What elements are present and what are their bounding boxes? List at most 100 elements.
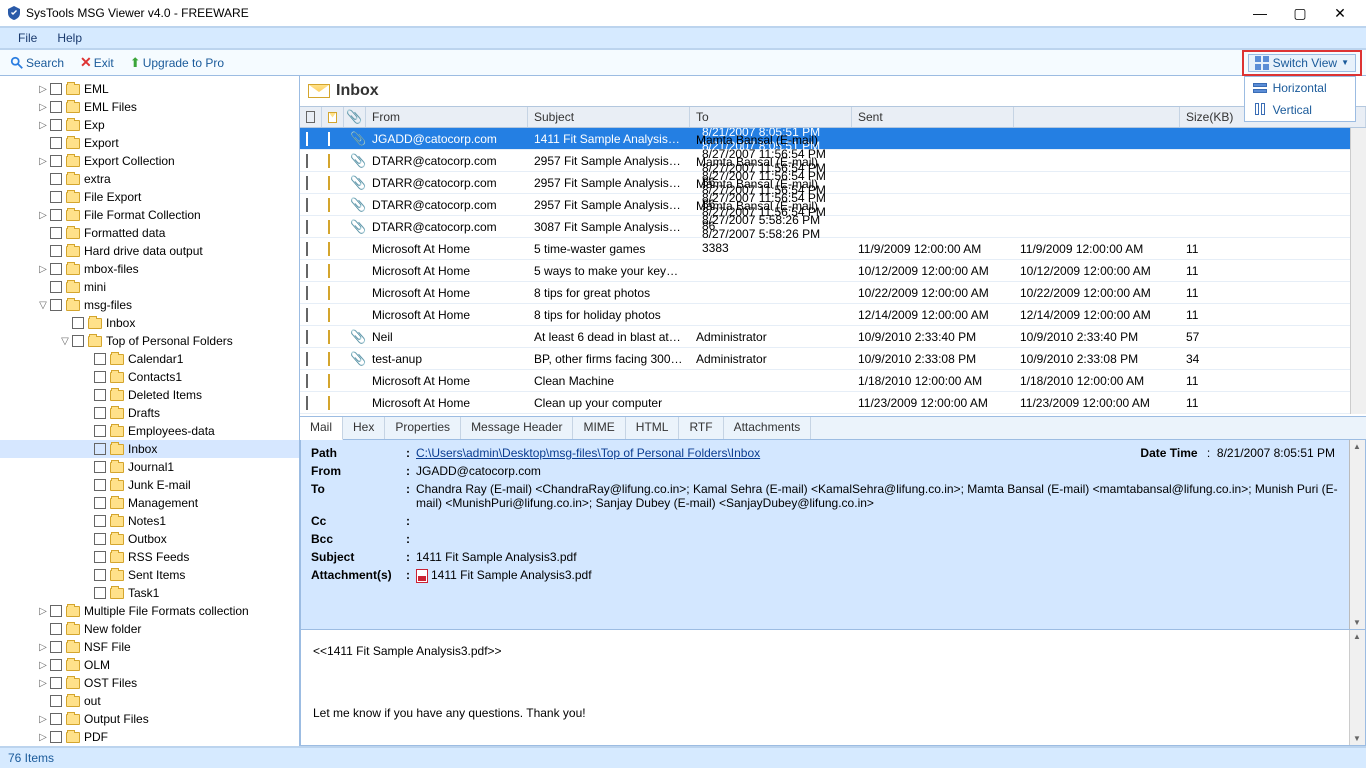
close-button[interactable]: ✕ [1320, 5, 1360, 22]
tree-item[interactable]: ▽Top of Personal Folders [0, 332, 299, 350]
path-value[interactable]: C:\Users\admin\Desktop\msg-files\Top of … [416, 446, 760, 460]
row-checkbox[interactable] [306, 264, 308, 278]
tree-item[interactable]: Inbox [0, 440, 299, 458]
tree-expander[interactable]: ▽ [58, 336, 72, 347]
row-checkbox[interactable] [306, 330, 308, 344]
col-sent[interactable]: Sent [852, 107, 1014, 127]
row-checkbox[interactable] [306, 308, 308, 322]
tree-expander[interactable]: ▷ [36, 120, 50, 131]
tree-expander[interactable]: ▷ [36, 210, 50, 221]
tree-checkbox[interactable] [50, 155, 62, 167]
upgrade-button[interactable]: ⬆ Upgrade to Pro [126, 53, 228, 73]
tree-checkbox[interactable] [94, 461, 106, 473]
tab-mail[interactable]: Mail [300, 417, 343, 440]
tree-item[interactable]: ▷File Format Collection [0, 206, 299, 224]
tree-expander[interactable]: ▷ [36, 714, 50, 725]
tree-item[interactable]: Hard drive data output [0, 242, 299, 260]
tree-checkbox[interactable] [94, 389, 106, 401]
tree-checkbox[interactable] [94, 497, 106, 509]
row-checkbox[interactable] [306, 286, 308, 300]
tree-checkbox[interactable] [94, 551, 106, 563]
tree-item[interactable]: ▷NSF File [0, 638, 299, 656]
message-row[interactable]: Microsoft At Home8 tips for holiday phot… [300, 304, 1350, 326]
menu-file[interactable]: File [8, 29, 47, 47]
tree-checkbox[interactable] [50, 173, 62, 185]
message-row[interactable]: 📎test-anupBP, other firms facing 300 la.… [300, 348, 1350, 370]
switch-view-button[interactable]: Switch View ▼ [1248, 54, 1356, 72]
message-row[interactable]: Microsoft At HomeClean Machine1/18/2010 … [300, 370, 1350, 392]
tree-checkbox[interactable] [72, 335, 84, 347]
tree-expander[interactable]: ▷ [36, 732, 50, 743]
exit-button[interactable]: ✕ Exit [76, 52, 118, 73]
tree-expander[interactable]: ▽ [36, 300, 50, 311]
tree-checkbox[interactable] [94, 425, 106, 437]
tab-message-header[interactable]: Message Header [461, 417, 573, 439]
tree-checkbox[interactable] [50, 137, 62, 149]
tree-expander[interactable]: ▷ [36, 642, 50, 653]
tab-attachments[interactable]: Attachments [724, 417, 812, 439]
switch-vertical[interactable]: Vertical [1245, 99, 1355, 121]
tree-checkbox[interactable] [50, 605, 62, 617]
tree-item[interactable]: ▷Export Collection [0, 152, 299, 170]
message-row[interactable]: 📎DTARR@catocorp.com3087 Fit Sample Analy… [300, 216, 1350, 238]
tree-checkbox[interactable] [50, 101, 62, 113]
tree-item[interactable]: Employees-data [0, 422, 299, 440]
tree-checkbox[interactable] [94, 371, 106, 383]
tree-checkbox[interactable] [50, 713, 62, 725]
tree-expander[interactable]: ▷ [36, 660, 50, 671]
tree-item[interactable]: ▷Output Files [0, 710, 299, 728]
tree-item[interactable]: Sent Items [0, 566, 299, 584]
row-checkbox[interactable] [306, 198, 308, 212]
tab-properties[interactable]: Properties [385, 417, 461, 439]
tree-item[interactable]: ▷OLM [0, 656, 299, 674]
tree-checkbox[interactable] [94, 587, 106, 599]
tree-item[interactable]: extra [0, 170, 299, 188]
tree-item[interactable]: RSS Feeds [0, 548, 299, 566]
col-attachment[interactable]: 📎 [344, 107, 366, 127]
grid-scrollbar[interactable] [1350, 128, 1366, 414]
tree-item[interactable]: New folder [0, 620, 299, 638]
message-row[interactable]: Microsoft At Home8 tips for great photos… [300, 282, 1350, 304]
tree-item[interactable]: Calendar1 [0, 350, 299, 368]
tree-checkbox[interactable] [94, 443, 106, 455]
search-button[interactable]: Search [6, 54, 68, 72]
col-received[interactable] [1014, 107, 1180, 127]
row-checkbox[interactable] [306, 374, 308, 388]
row-checkbox[interactable] [306, 242, 308, 256]
tree-checkbox[interactable] [94, 353, 106, 365]
col-from[interactable]: From [366, 107, 528, 127]
tree-expander[interactable]: ▷ [36, 264, 50, 275]
tree-item[interactable]: Notes1 [0, 512, 299, 530]
row-checkbox[interactable] [306, 220, 308, 234]
tree-item[interactable]: Junk E-mail [0, 476, 299, 494]
switch-horizontal[interactable]: Horizontal [1245, 77, 1355, 99]
col-to[interactable]: To [690, 107, 852, 127]
tree-item[interactable]: Task1 [0, 584, 299, 602]
tree-checkbox[interactable] [50, 695, 62, 707]
tree-item[interactable]: ▷mbox-files [0, 260, 299, 278]
tab-html[interactable]: HTML [626, 417, 680, 439]
tree-item[interactable]: Drafts [0, 404, 299, 422]
tree-checkbox[interactable] [50, 191, 62, 203]
tree-item[interactable]: Outbox [0, 530, 299, 548]
tree-expander[interactable]: ▷ [36, 606, 50, 617]
row-checkbox[interactable] [306, 132, 308, 146]
message-grid[interactable]: 📎JGADD@catocorp.com1411 Fit Sample Analy… [300, 128, 1350, 414]
tab-rtf[interactable]: RTF [679, 417, 723, 439]
tree-item[interactable]: Export [0, 134, 299, 152]
folder-tree[interactable]: ▷EML▷EML Files▷ExpExport▷Export Collecti… [0, 76, 300, 746]
tab-hex[interactable]: Hex [343, 417, 385, 439]
tree-item[interactable]: ▷EML Files [0, 98, 299, 116]
tree-checkbox[interactable] [50, 659, 62, 671]
row-checkbox[interactable] [306, 176, 308, 190]
tree-expander[interactable]: ▷ [36, 156, 50, 167]
tree-item[interactable]: File Export [0, 188, 299, 206]
tree-item[interactable]: ▷OST Files [0, 674, 299, 692]
tree-expander[interactable]: ▷ [36, 84, 50, 95]
tree-checkbox[interactable] [50, 263, 62, 275]
tree-expander[interactable]: ▷ [36, 102, 50, 113]
tree-item[interactable]: out [0, 692, 299, 710]
tree-checkbox[interactable] [94, 407, 106, 419]
tree-checkbox[interactable] [94, 479, 106, 491]
tree-checkbox[interactable] [50, 245, 62, 257]
